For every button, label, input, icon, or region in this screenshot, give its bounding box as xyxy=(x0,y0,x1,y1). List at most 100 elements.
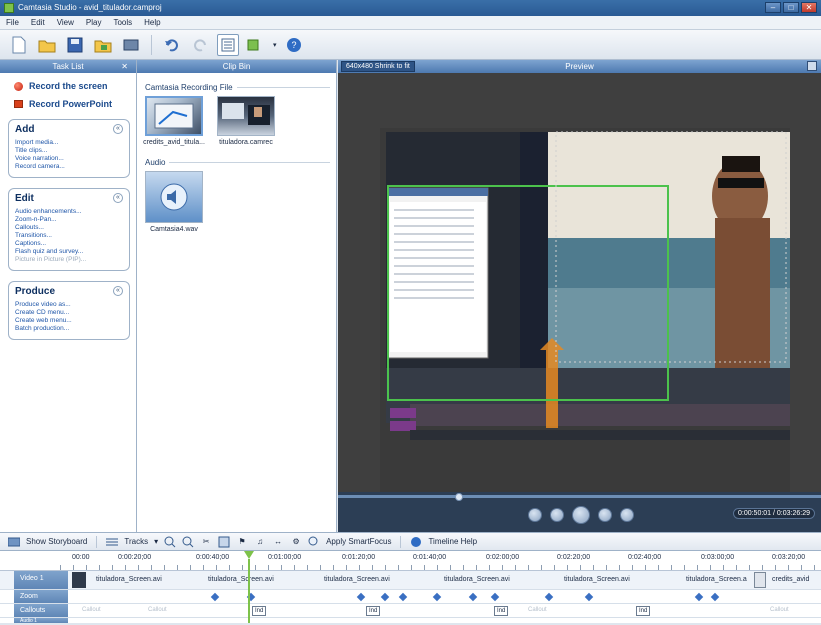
menu-tools[interactable]: Tools xyxy=(113,16,132,29)
zoom-keyframe[interactable] xyxy=(490,592,500,602)
zoom-track-header[interactable]: Zoom xyxy=(14,590,68,603)
zoom-keyframe[interactable] xyxy=(356,592,366,602)
menu-play[interactable]: Play xyxy=(86,16,102,29)
produce-video-button[interactable] xyxy=(120,34,142,56)
zoom-keyframe[interactable] xyxy=(432,592,442,602)
seek-handle[interactable] xyxy=(454,493,463,501)
library-button[interactable] xyxy=(245,34,267,56)
task-record-camera[interactable]: Record camera... xyxy=(15,163,125,171)
task-transitions[interactable]: Transitions... xyxy=(15,232,125,240)
task-zoom-n-pan[interactable]: Zoom-n-Pan... xyxy=(15,216,125,224)
redo-button[interactable] xyxy=(189,34,211,56)
playhead-marker-icon xyxy=(244,551,254,623)
save-project-button[interactable] xyxy=(64,34,86,56)
marker-icon[interactable]: ⚑ xyxy=(236,536,248,548)
tracks-button[interactable]: Tracks xyxy=(124,537,148,546)
menu-view[interactable]: View xyxy=(57,16,74,29)
collapse-icon[interactable]: « xyxy=(113,124,123,134)
task-list-toggle-button[interactable] xyxy=(217,33,239,56)
task-voice-narration[interactable]: Voice narration... xyxy=(15,155,125,163)
video-track-header[interactable]: Video 1 xyxy=(14,571,68,589)
split-icon[interactable] xyxy=(218,536,230,548)
undo-button[interactable] xyxy=(161,34,183,56)
timeline-video-clip[interactable]: tituladora_Screen.avi xyxy=(96,572,162,588)
task-produce-video[interactable]: Produce video as... xyxy=(15,301,125,309)
task-batch-production[interactable]: Batch production... xyxy=(15,325,125,333)
callout-clip[interactable]: Ind xyxy=(252,606,267,616)
zoom-keyframe[interactable] xyxy=(210,592,220,602)
timeline-video-clip[interactable]: tituladora_Screen.avi xyxy=(208,572,274,588)
collapse-icon[interactable]: « xyxy=(113,193,123,203)
task-create-web-menu[interactable]: Create web menu... xyxy=(15,317,125,325)
minimize-button[interactable]: – xyxy=(765,2,781,13)
tracks-dropdown-icon[interactable]: ▾ xyxy=(154,537,158,546)
new-project-button[interactable] xyxy=(8,34,30,56)
play-button[interactable] xyxy=(572,506,590,524)
audio-icon[interactable]: ♫ xyxy=(254,536,266,548)
fast-forward-button[interactable] xyxy=(598,508,612,522)
fullscreen-icon[interactable] xyxy=(807,61,817,71)
rewind-button[interactable] xyxy=(550,508,564,522)
audio-track-label: Audio 1 xyxy=(20,618,37,624)
task-list-close-icon[interactable]: ✕ xyxy=(121,60,128,73)
record-screen-link[interactable]: Record the screen xyxy=(14,81,136,91)
task-captions[interactable]: Captions... xyxy=(15,240,125,248)
zoom-keyframe[interactable] xyxy=(398,592,408,602)
zoom-keyframe[interactable] xyxy=(710,592,720,602)
zoom-keyframe[interactable] xyxy=(468,592,478,602)
zoom-keyframe[interactable] xyxy=(544,592,554,602)
callout-clip[interactable]: Ind xyxy=(636,606,651,616)
task-title-clips[interactable]: Title clips... xyxy=(15,147,125,155)
clip-thumbnail[interactable]: credits_avid_titula... xyxy=(143,96,205,146)
zoom-keyframe[interactable] xyxy=(380,592,390,602)
callout-clip[interactable]: Callout xyxy=(528,607,547,613)
collapse-icon[interactable]: « xyxy=(113,286,123,296)
jump-to-end-button[interactable] xyxy=(620,508,634,522)
callout-clip[interactable]: Ind xyxy=(494,606,509,616)
timeline-playhead[interactable] xyxy=(244,551,254,623)
task-callouts[interactable]: Callouts... xyxy=(15,224,125,232)
timeline-video-clip[interactable]: tituladora_Screen.avi xyxy=(564,572,630,588)
maximize-button[interactable]: □ xyxy=(783,2,799,13)
timeline-video-clip[interactable]: tituladora_Screen.avi xyxy=(444,572,510,588)
extend-frame-icon[interactable]: ↔ xyxy=(272,536,284,548)
task-create-cd-menu[interactable]: Create CD menu... xyxy=(15,309,125,317)
apply-smartfocus-button[interactable]: Apply SmartFocus xyxy=(326,537,391,546)
preview-canvas[interactable] xyxy=(380,128,790,501)
task-flash-quiz[interactable]: Flash quiz and survey... xyxy=(15,248,125,256)
timeline-ruler[interactable]: 00:00 0:00:20;00 0:00:40;00 0:01:00;00 0… xyxy=(0,551,821,571)
properties-icon[interactable]: ⚙ xyxy=(290,536,302,548)
cut-icon[interactable]: ✂ xyxy=(200,536,212,548)
menu-edit[interactable]: Edit xyxy=(31,16,45,29)
task-import-media[interactable]: Import media... xyxy=(15,139,125,147)
audio-track-header[interactable]: Audio 1 xyxy=(14,618,68,624)
callout-clip[interactable]: Callout xyxy=(770,607,789,613)
timeline-help-button[interactable]: Timeline Help xyxy=(428,537,477,546)
help-button[interactable]: ? xyxy=(283,34,305,56)
timeline-video-clip[interactable]: tituladora_Screen.a xyxy=(686,572,747,588)
seek-track[interactable] xyxy=(338,493,821,501)
record-powerpoint-link[interactable]: Record PowerPoint xyxy=(14,99,136,109)
callout-clip[interactable]: Callout xyxy=(148,607,167,613)
callout-clip[interactable]: Ind xyxy=(366,606,381,616)
timeline-video-clip[interactable]: tituladora_Screen.avi xyxy=(324,572,390,588)
library-dropdown-icon[interactable]: ▾ xyxy=(273,41,277,49)
clip-thumbnail[interactable]: tituladora.camrec xyxy=(215,96,277,146)
zoom-out-icon[interactable] xyxy=(182,536,194,548)
menu-help[interactable]: Help xyxy=(144,16,160,29)
zoom-keyframe[interactable] xyxy=(694,592,704,602)
show-storyboard-button[interactable]: Show Storyboard xyxy=(26,537,87,546)
menu-file[interactable]: File xyxy=(6,16,19,29)
callout-clip[interactable]: Callout xyxy=(82,607,101,613)
timeline-video-clip[interactable]: credits_avid xyxy=(772,572,809,588)
task-audio-enhancements[interactable]: Audio enhancements... xyxy=(15,208,125,216)
audio-clip-thumbnail[interactable]: Camtasia4.wav xyxy=(143,171,205,233)
zoom-track: Zoom xyxy=(0,589,821,603)
zoom-keyframe[interactable] xyxy=(584,592,594,602)
close-window-button[interactable]: ✕ xyxy=(801,2,817,13)
zoom-in-icon[interactable] xyxy=(164,536,176,548)
jump-to-start-button[interactable] xyxy=(528,508,542,522)
open-project-button[interactable] xyxy=(36,34,58,56)
import-media-button[interactable] xyxy=(92,34,114,56)
callouts-track-header[interactable]: Callouts xyxy=(14,604,68,617)
